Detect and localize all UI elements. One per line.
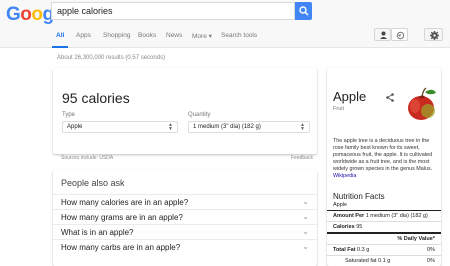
gear-icon	[430, 31, 439, 40]
type-label: Type	[62, 112, 76, 118]
wikipedia-link[interactable]: Wikipedia	[333, 173, 356, 179]
active-tab-indicator	[52, 46, 68, 48]
nutrition-title: Nutrition Facts	[333, 192, 385, 201]
nutrition-subtitle: Apple	[333, 202, 348, 208]
calorie-title: 95 calories	[62, 90, 130, 106]
paa-question[interactable]: What is in an apple? ⌄	[53, 224, 317, 239]
divider	[327, 232, 441, 234]
hide-personal-results-button[interactable]	[391, 28, 408, 41]
total-fat-row: Total Fat 0.3 g 0%	[333, 247, 435, 253]
tab-books[interactable]: Books	[138, 32, 156, 39]
divider	[327, 221, 441, 222]
kp-subtitle: Fruit	[333, 106, 344, 112]
tab-more[interactable]: More ▾	[192, 32, 212, 40]
sources-text: Sources include: USDA	[61, 155, 114, 161]
tab-apps[interactable]: Apps	[76, 32, 91, 39]
chevron-down-icon: ⌄	[302, 212, 309, 221]
paa-title: People also ask	[61, 178, 125, 188]
search-icon	[299, 6, 309, 16]
personal-results-button[interactable]	[374, 28, 391, 41]
divider	[327, 255, 441, 256]
tab-all[interactable]: All	[56, 32, 64, 39]
kp-title: Apple	[333, 89, 367, 104]
person-icon	[380, 31, 387, 39]
divider	[327, 210, 441, 211]
quantity-label: Quantity	[188, 112, 211, 118]
tab-news[interactable]: News	[166, 32, 182, 39]
kp-description: The apple tree is a deciduous tree in th…	[333, 138, 433, 179]
amount-per-row: Amount Per 1 medium (3" dia) (182 g)	[333, 213, 428, 219]
chevron-down-icon: ⌄	[302, 227, 309, 236]
paa-question[interactable]: How many carbs are in an apple? ⌄	[53, 239, 317, 254]
settings-button[interactable]	[424, 28, 443, 41]
paa-question[interactable]: How many grams are in an apple? ⌄	[53, 209, 317, 224]
divider	[327, 244, 441, 245]
globe-icon	[396, 31, 405, 40]
feedback-link[interactable]: Feedback	[291, 155, 313, 161]
tab-search-tools[interactable]: Search tools	[221, 32, 257, 39]
paa-question[interactable]: How many calories are in an apple? ⌄	[53, 194, 317, 209]
saturated-fat-row: Saturated fat 0.1 g 0%	[345, 258, 435, 264]
people-also-ask: People also ask How many calories are in…	[53, 170, 317, 266]
results-stats: About 26,300,000 results (0.57 seconds)	[57, 55, 166, 61]
top-bar: Google apple calories All Apps Shopping …	[0, 0, 450, 48]
tab-shopping[interactable]: Shopping	[103, 32, 130, 39]
search-tabs: All Apps Shopping Books News More ▾ Sear…	[0, 24, 450, 48]
calorie-card: 95 calories Type Apple ▲ ▼ Quantity 1 med…	[53, 68, 317, 154]
select-arrows-icon: ▲ ▼	[300, 122, 305, 132]
knowledge-panel: Apple Fruit The apple tree is a deciduou…	[327, 68, 441, 266]
apple-image[interactable]	[401, 84, 441, 124]
chevron-down-icon: ⌄	[302, 197, 309, 206]
search-button[interactable]	[295, 2, 312, 20]
daily-value-header: % Daily Value*	[397, 236, 435, 242]
quantity-select[interactable]: 1 medium (3" dia) (182 g) ▲ ▼	[188, 121, 310, 133]
type-select[interactable]: Apple ▲ ▼	[62, 121, 178, 133]
share-icon[interactable]	[386, 93, 394, 102]
select-arrows-icon: ▲ ▼	[168, 122, 173, 132]
chevron-down-icon: ⌄	[302, 242, 309, 251]
search-input[interactable]: apple calories	[51, 2, 295, 20]
calories-row: Calories 95	[333, 224, 363, 230]
